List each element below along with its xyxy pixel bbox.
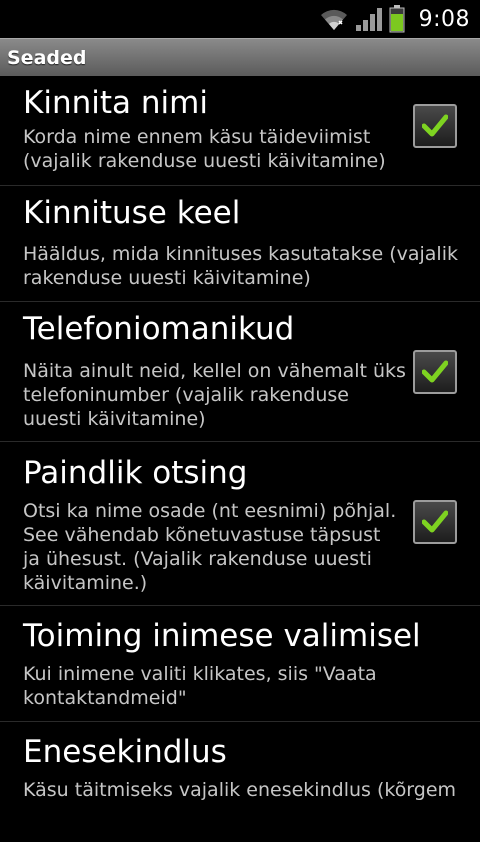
- settings-list: Kinnita nimi Korda nime ennem käsu täide…: [0, 76, 480, 842]
- setting-title: Telefoniomanikud: [23, 311, 295, 347]
- title-bar: Seaded: [0, 38, 480, 76]
- status-icons: 9:08: [319, 3, 470, 35]
- setting-summary: Hääldus, mida kinnituses kasutatakse (va…: [23, 243, 458, 289]
- setting-title: Enesekindlus: [23, 734, 227, 770]
- checkmark-icon: [422, 510, 448, 533]
- setting-title: Kinnituse keel: [23, 195, 241, 231]
- checkmark-icon: [422, 114, 448, 137]
- clock: 9:08: [418, 6, 470, 32]
- setting-person-action[interactable]: Toiming inimese valimisel Kui inimene va…: [0, 606, 480, 722]
- setting-summary: Otsi ka nime osade (nt eesnimi) põhjal. …: [23, 500, 397, 594]
- status-bar: 9:08: [0, 0, 480, 38]
- confirm-name-checkbox[interactable]: [413, 104, 457, 148]
- setting-summary: Näita ainult neid, kellel on vähemalt ük…: [23, 360, 406, 430]
- setting-confirm-language[interactable]: Kinnituse keel Hääldus, mida kinnituses …: [0, 186, 480, 302]
- wifi-icon: [319, 6, 349, 32]
- setting-summary: Korda nime ennem käsu täideviimist (vaja…: [23, 126, 386, 172]
- phone-owners-checkbox[interactable]: [413, 350, 457, 394]
- setting-confirm-name[interactable]: Kinnita nimi Korda nime ennem käsu täide…: [0, 76, 480, 186]
- setting-title: Paindlik otsing: [23, 455, 248, 491]
- flexible-search-checkbox[interactable]: [413, 500, 457, 544]
- checkmark-icon: [422, 360, 448, 383]
- setting-title: Toiming inimese valimisel: [23, 618, 421, 654]
- setting-summary: Kui inimene valiti klikates, siis "Vaata…: [23, 663, 377, 709]
- setting-title: Kinnita nimi: [23, 85, 208, 121]
- setting-phone-owners[interactable]: Telefoniomanikud Näita ainult neid, kell…: [0, 302, 480, 442]
- setting-flexible-search[interactable]: Paindlik otsing Otsi ka nime osade (nt e…: [0, 442, 480, 606]
- setting-summary: Käsu täitmiseks vajalik enesekindlus (kõ…: [23, 779, 457, 801]
- setting-confidence[interactable]: Enesekindlus Käsu täitmiseks vajalik ene…: [0, 722, 480, 842]
- battery-icon: [389, 5, 405, 33]
- page-title: Seaded: [7, 47, 87, 69]
- signal-icon: [355, 6, 383, 32]
